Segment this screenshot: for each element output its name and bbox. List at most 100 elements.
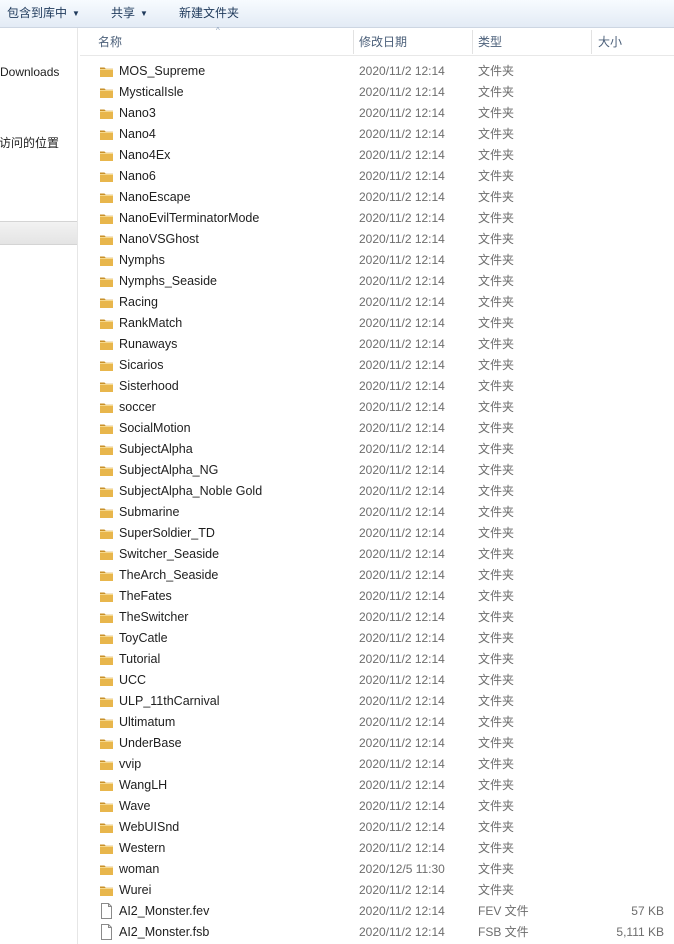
- file-row[interactable]: AI2_Monster.fev 2020/11/2 12:14 FEV 文件 5…: [80, 901, 674, 922]
- nav-selected-item[interactable]: [0, 221, 77, 245]
- nav-item-downloads[interactable]: Downloads: [0, 65, 59, 79]
- file-name: NanoEscape: [119, 190, 191, 204]
- file-type: 文件夹: [478, 610, 515, 624]
- column-divider[interactable]: [472, 30, 473, 54]
- folder-row[interactable]: TheArch_Seaside 2020/11/2 12:14 文件夹: [80, 565, 674, 586]
- column-header-size[interactable]: 大小: [598, 28, 622, 56]
- file-date-modified: 2020/11/2 12:14: [359, 442, 445, 456]
- folder-row[interactable]: Sisterhood 2020/11/2 12:14 文件夹: [80, 376, 674, 397]
- folder-row[interactable]: SuperSoldier_TD 2020/11/2 12:14 文件夹: [80, 523, 674, 544]
- folder-row[interactable]: Submarine 2020/11/2 12:14 文件夹: [80, 502, 674, 523]
- include-in-library-button[interactable]: 包含到库中 ▼: [7, 0, 80, 27]
- folder-row[interactable]: NanoEvilTerminatorMode 2020/11/2 12:14 文…: [80, 208, 674, 229]
- folder-icon: [99, 821, 114, 834]
- file-type: 文件夹: [478, 190, 515, 204]
- folder-row[interactable]: soccer 2020/11/2 12:14 文件夹: [80, 397, 674, 418]
- file-date-modified: 2020/11/2 12:14: [359, 295, 445, 309]
- folder-row[interactable]: Runaways 2020/11/2 12:14 文件夹: [80, 334, 674, 355]
- file-type: 文件夹: [478, 64, 515, 78]
- file-name: Sicarios: [119, 358, 164, 372]
- file-name: Tutorial: [119, 652, 161, 666]
- folder-icon: [99, 842, 114, 855]
- folder-row[interactable]: SubjectAlpha_NG 2020/11/2 12:14 文件夹: [80, 460, 674, 481]
- column-divider[interactable]: [353, 30, 354, 54]
- folder-row[interactable]: SubjectAlpha_Noble Gold 2020/11/2 12:14 …: [80, 481, 674, 502]
- folder-row[interactable]: Tutorial 2020/11/2 12:14 文件夹: [80, 649, 674, 670]
- file-date-modified: 2020/11/2 12:14: [359, 316, 445, 330]
- folder-row[interactable]: NanoEscape 2020/11/2 12:14 文件夹: [80, 187, 674, 208]
- folder-row[interactable]: MOS_Supreme 2020/11/2 12:14 文件夹: [80, 61, 674, 82]
- file-date-modified: 2020/11/2 12:14: [359, 589, 445, 603]
- file-name: Wurei: [119, 883, 152, 897]
- folder-row[interactable]: ULP_11thCarnival 2020/11/2 12:14 文件夹: [80, 691, 674, 712]
- folder-row[interactable]: UCC 2020/11/2 12:14 文件夹: [80, 670, 674, 691]
- folder-row[interactable]: Nano4 2020/11/2 12:14 文件夹: [80, 124, 674, 145]
- folder-row[interactable]: TheFates 2020/11/2 12:14 文件夹: [80, 586, 674, 607]
- folder-icon: [99, 275, 114, 288]
- folder-row[interactable]: SocialMotion 2020/11/2 12:14 文件夹: [80, 418, 674, 439]
- folder-row[interactable]: Nano6 2020/11/2 12:14 文件夹: [80, 166, 674, 187]
- folder-row[interactable]: WangLH 2020/11/2 12:14 文件夹: [80, 775, 674, 796]
- file-type: 文件夹: [478, 568, 515, 582]
- file-date-modified: 2020/11/2 12:14: [359, 652, 445, 666]
- file-name: Nano6: [119, 169, 156, 183]
- file-row[interactable]: AI2_Monster.fsb 2020/11/2 12:14 FSB 文件 5…: [80, 922, 674, 943]
- column-header-name[interactable]: 名称: [98, 28, 122, 56]
- folder-row[interactable]: Wurei 2020/11/2 12:14 文件夹: [80, 880, 674, 901]
- column-header-type[interactable]: 类型: [478, 28, 502, 56]
- folder-row[interactable]: ToyCatle 2020/11/2 12:14 文件夹: [80, 628, 674, 649]
- file-date-modified: 2020/11/2 12:14: [359, 610, 445, 624]
- file-type: 文件夹: [478, 295, 515, 309]
- share-button[interactable]: 共享 ▼: [111, 0, 148, 27]
- folder-row[interactable]: Nano4Ex 2020/11/2 12:14 文件夹: [80, 145, 674, 166]
- file-date-modified: 2020/11/2 12:14: [359, 799, 445, 813]
- folder-row[interactable]: WebUISnd 2020/11/2 12:14 文件夹: [80, 817, 674, 838]
- folder-row[interactable]: Racing 2020/11/2 12:14 文件夹: [80, 292, 674, 313]
- file-name: SocialMotion: [119, 421, 191, 435]
- file-date-modified: 2020/12/5 11:30: [359, 862, 445, 876]
- folder-icon: [99, 170, 114, 183]
- file-date-modified: 2020/11/2 12:14: [359, 337, 445, 351]
- file-type: 文件夹: [478, 526, 515, 540]
- chevron-down-icon: ▼: [140, 9, 148, 18]
- file-date-modified: 2020/11/2 12:14: [359, 148, 445, 162]
- file-type: 文件夹: [478, 841, 515, 855]
- file-name: ULP_11thCarnival: [119, 694, 220, 708]
- folder-icon: [99, 737, 114, 750]
- file-name: woman: [119, 862, 160, 876]
- folder-row[interactable]: TheSwitcher 2020/11/2 12:14 文件夹: [80, 607, 674, 628]
- folder-icon: [99, 149, 114, 162]
- folder-row[interactable]: NanoVSGhost 2020/11/2 12:14 文件夹: [80, 229, 674, 250]
- file-type: 文件夹: [478, 673, 515, 687]
- file-type: 文件夹: [478, 358, 515, 372]
- folder-row[interactable]: UnderBase 2020/11/2 12:14 文件夹: [80, 733, 674, 754]
- folder-row[interactable]: vvip 2020/11/2 12:14 文件夹: [80, 754, 674, 775]
- folder-row[interactable]: RankMatch 2020/11/2 12:14 文件夹: [80, 313, 674, 334]
- folder-row[interactable]: Ultimatum 2020/11/2 12:14 文件夹: [80, 712, 674, 733]
- folder-row[interactable]: Nymphs 2020/11/2 12:14 文件夹: [80, 250, 674, 271]
- folder-row[interactable]: Switcher_Seaside 2020/11/2 12:14 文件夹: [80, 544, 674, 565]
- folder-row[interactable]: woman 2020/12/5 11:30 文件夹: [80, 859, 674, 880]
- folder-row[interactable]: Western 2020/11/2 12:14 文件夹: [80, 838, 674, 859]
- folder-row[interactable]: MysticalIsle 2020/11/2 12:14 文件夹: [80, 82, 674, 103]
- file-date-modified: 2020/11/2 12:14: [359, 190, 445, 204]
- file-name: soccer: [119, 400, 156, 414]
- column-header-date-modified[interactable]: 修改日期: [359, 28, 407, 56]
- file-date-modified: 2020/11/2 12:14: [359, 631, 445, 645]
- nav-item-recent-places[interactable]: 访问的位置: [0, 134, 59, 151]
- file-name: Ultimatum: [119, 715, 176, 729]
- new-folder-button[interactable]: 新建文件夹: [179, 0, 239, 27]
- file-date-modified: 2020/11/2 12:14: [359, 127, 445, 141]
- folder-row[interactable]: Nymphs_Seaside 2020/11/2 12:14 文件夹: [80, 271, 674, 292]
- file-date-modified: 2020/11/2 12:14: [359, 85, 445, 99]
- folder-row[interactable]: Nano3 2020/11/2 12:14 文件夹: [80, 103, 674, 124]
- folder-row[interactable]: Wave 2020/11/2 12:14 文件夹: [80, 796, 674, 817]
- file-date-modified: 2020/11/2 12:14: [359, 358, 445, 372]
- column-divider[interactable]: [591, 30, 592, 54]
- folder-row[interactable]: SubjectAlpha 2020/11/2 12:14 文件夹: [80, 439, 674, 460]
- folder-row[interactable]: Sicarios 2020/11/2 12:14 文件夹: [80, 355, 674, 376]
- file-type: 文件夹: [478, 421, 515, 435]
- file-date-modified: 2020/11/2 12:14: [359, 568, 445, 582]
- navigation-pane: Downloads 访问的位置: [0, 28, 78, 944]
- file-type: 文件夹: [478, 715, 515, 729]
